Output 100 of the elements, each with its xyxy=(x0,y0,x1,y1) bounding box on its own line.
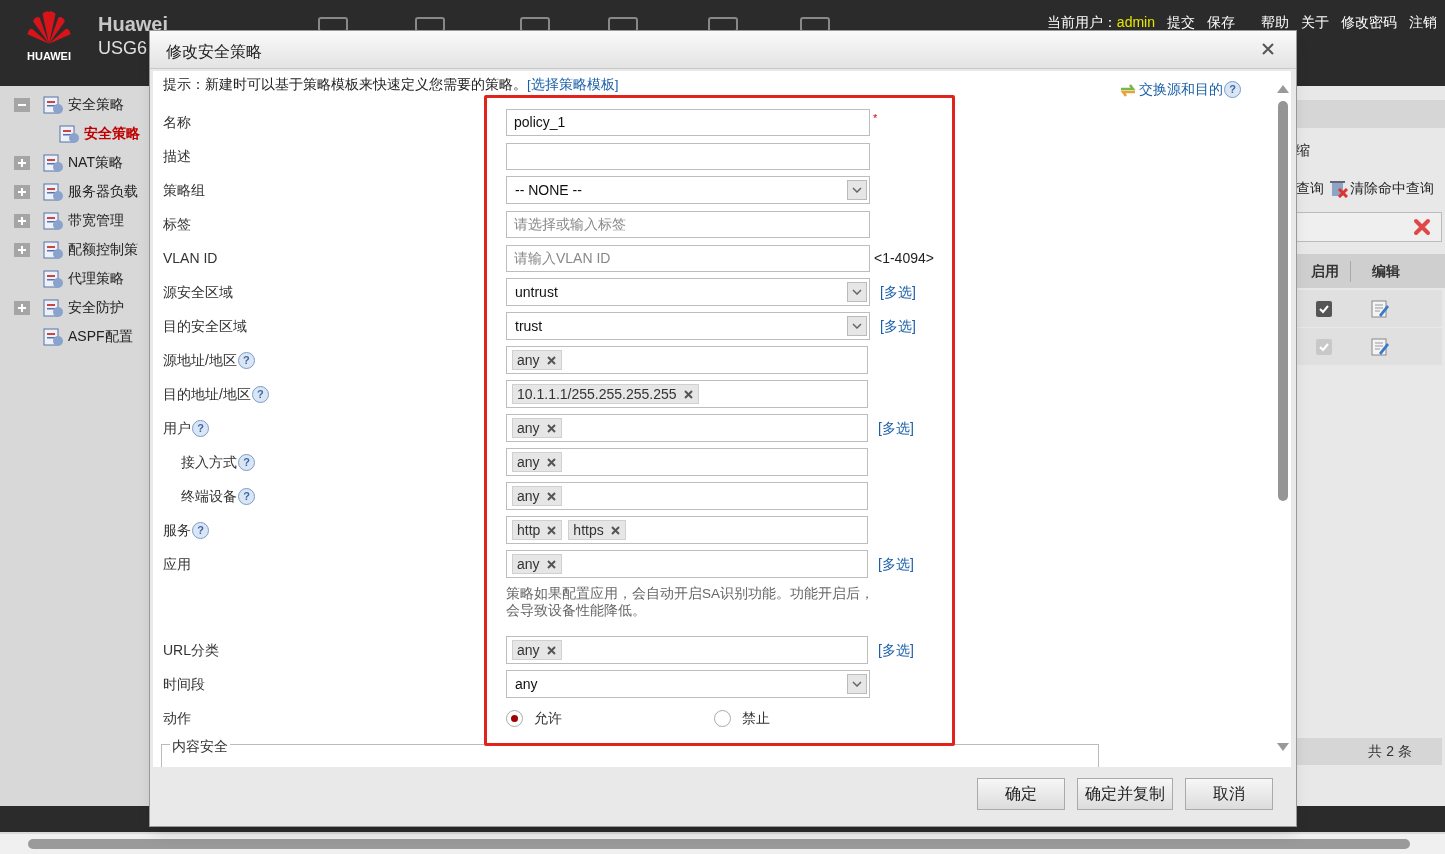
chevron-down-icon xyxy=(852,289,862,295)
sidebar-item[interactable]: 服务器负载 xyxy=(68,181,138,202)
product-model: USG6 xyxy=(98,37,149,60)
help-icon[interactable]: ? xyxy=(1224,81,1241,98)
multi-select-link[interactable]: [多选] xyxy=(878,639,914,661)
template-link[interactable]: [选择策略模板] xyxy=(527,77,619,93)
field-label: 策略组 xyxy=(163,180,205,200)
close-button[interactable] xyxy=(1260,41,1276,57)
tag-chip[interactable]: https xyxy=(568,520,626,540)
header-link[interactable]: 保存 xyxy=(1207,12,1235,33)
column-header: 启用 xyxy=(1299,260,1351,282)
field-label: 源安全区域 xyxy=(163,282,233,302)
expand-icon[interactable] xyxy=(14,300,30,315)
sidebar-item[interactable]: 带宽管理 xyxy=(68,210,124,231)
select-field[interactable]: untrust xyxy=(506,278,870,306)
field-label: 源地址/地区 xyxy=(163,350,237,370)
expand-icon[interactable] xyxy=(14,184,30,199)
sidebar-item[interactable]: ASPF配置 xyxy=(68,326,133,347)
checkbox[interactable] xyxy=(1316,300,1332,317)
collapse-text: 缩 xyxy=(1296,141,1310,160)
remove-icon xyxy=(546,645,556,655)
record-count: 共 2 条 xyxy=(1368,742,1412,761)
header-link[interactable]: 关于 xyxy=(1301,12,1329,33)
tag-chip[interactable]: any xyxy=(512,554,562,574)
multi-select-link[interactable]: [多选] xyxy=(878,553,914,575)
multi-select-link[interactable]: [多选] xyxy=(878,417,914,439)
chevron-down-icon xyxy=(852,187,862,193)
tag-field[interactable]: any xyxy=(506,636,868,664)
sidebar-item[interactable]: 配额控制策 xyxy=(68,239,138,260)
tag-field[interactable]: 10.1.1.1/255.255.255.255 xyxy=(506,380,868,408)
tag-field[interactable]: any xyxy=(506,346,868,374)
expand-icon[interactable] xyxy=(14,155,30,170)
dropdown-button[interactable] xyxy=(847,180,867,200)
help-icon[interactable]: ? xyxy=(238,487,255,505)
field-label: 目的地址/地区 xyxy=(163,384,251,404)
tag-field[interactable]: any xyxy=(506,482,868,510)
radio-label: 允许 xyxy=(534,708,562,728)
trash-icon xyxy=(1328,178,1348,198)
remove-icon xyxy=(547,525,557,535)
horizontal-scrollbar[interactable] xyxy=(0,834,1445,854)
select-field[interactable]: any xyxy=(506,670,870,698)
tag-field[interactable]: any xyxy=(506,550,868,578)
help-icon[interactable]: ? xyxy=(251,385,269,403)
close-icon xyxy=(1413,218,1431,236)
header-link[interactable]: 修改密码 xyxy=(1341,12,1397,33)
tag-field[interactable]: http https xyxy=(506,516,868,544)
required-mark: * xyxy=(873,111,878,126)
dropdown-button[interactable] xyxy=(847,674,867,694)
multi-select-link[interactable]: [多选] xyxy=(880,315,916,337)
remove-icon xyxy=(546,559,556,569)
text-field[interactable]: policy_1 xyxy=(506,108,870,136)
sidebar-item[interactable]: 代理策略 xyxy=(68,268,124,289)
header-link[interactable]: 提交 xyxy=(1167,12,1195,33)
header-link[interactable]: 帮助 xyxy=(1261,12,1289,33)
help-icon[interactable]: ? xyxy=(192,521,209,539)
field-label: URL分类 xyxy=(163,640,219,660)
multi-select-link[interactable]: [多选] xyxy=(880,281,916,303)
sidebar-item[interactable]: 安全策略 xyxy=(84,123,140,144)
text-field[interactable] xyxy=(506,142,870,170)
scroll-thumb[interactable] xyxy=(1278,101,1288,501)
tag-field[interactable]: any xyxy=(506,414,868,442)
dialog-button[interactable]: 确定 xyxy=(977,778,1065,810)
scroll-thumb[interactable] xyxy=(28,839,1410,849)
dropdown-button[interactable] xyxy=(847,316,867,336)
tag-chip[interactable]: any xyxy=(512,350,562,370)
field-label: 目的安全区域 xyxy=(163,316,247,336)
help-icon[interactable]: ? xyxy=(237,351,255,369)
dropdown-button[interactable] xyxy=(847,282,867,302)
tag-chip[interactable]: any xyxy=(512,452,562,472)
text-field[interactable]: 请选择或输入标签 xyxy=(506,210,870,238)
clear-query-link[interactable]: 清除命中查询 xyxy=(1350,178,1434,199)
remove-icon xyxy=(546,457,556,467)
sidebar-item[interactable]: 安全策略 xyxy=(68,94,124,115)
tag-chip[interactable]: http xyxy=(512,520,563,540)
expand-icon[interactable] xyxy=(14,213,30,228)
text-field[interactable]: 请输入VLAN ID xyxy=(506,244,870,272)
select-field[interactable]: trust xyxy=(506,312,870,340)
radio-button[interactable] xyxy=(714,709,731,727)
radio-button[interactable] xyxy=(506,709,523,727)
header-link[interactable]: 注销 xyxy=(1409,12,1437,33)
tag-chip[interactable]: any xyxy=(512,418,562,438)
policy-icon xyxy=(42,297,64,318)
sidebar-item[interactable]: 安全防护 xyxy=(68,297,124,318)
tag-chip[interactable]: any xyxy=(512,640,562,660)
dialog-button[interactable]: 取消 xyxy=(1185,778,1273,810)
tag-field[interactable]: any xyxy=(506,448,868,476)
expand-icon[interactable] xyxy=(14,242,30,257)
remove-icon xyxy=(610,525,620,535)
help-icon[interactable]: ? xyxy=(192,419,209,437)
dialog-button[interactable]: 确定并复制 xyxy=(1077,778,1173,810)
sidebar-item[interactable]: NAT策略 xyxy=(68,152,123,173)
help-icon[interactable]: ? xyxy=(238,453,255,471)
swap-link[interactable]: 交换源和目的 xyxy=(1139,79,1223,100)
tag-chip[interactable]: 10.1.1.1/255.255.255.255 xyxy=(512,384,699,404)
collapse-icon[interactable] xyxy=(14,97,30,112)
chevron-down-icon xyxy=(852,323,862,329)
tag-chip[interactable]: any xyxy=(512,486,562,506)
hint-note: 策略如果配置应用，会自动开启SA识别功能。功能开启后，会导致设备性能降低。 xyxy=(506,585,875,619)
field-label: 用户 xyxy=(163,418,191,438)
select-field[interactable]: -- NONE -- xyxy=(506,176,870,204)
